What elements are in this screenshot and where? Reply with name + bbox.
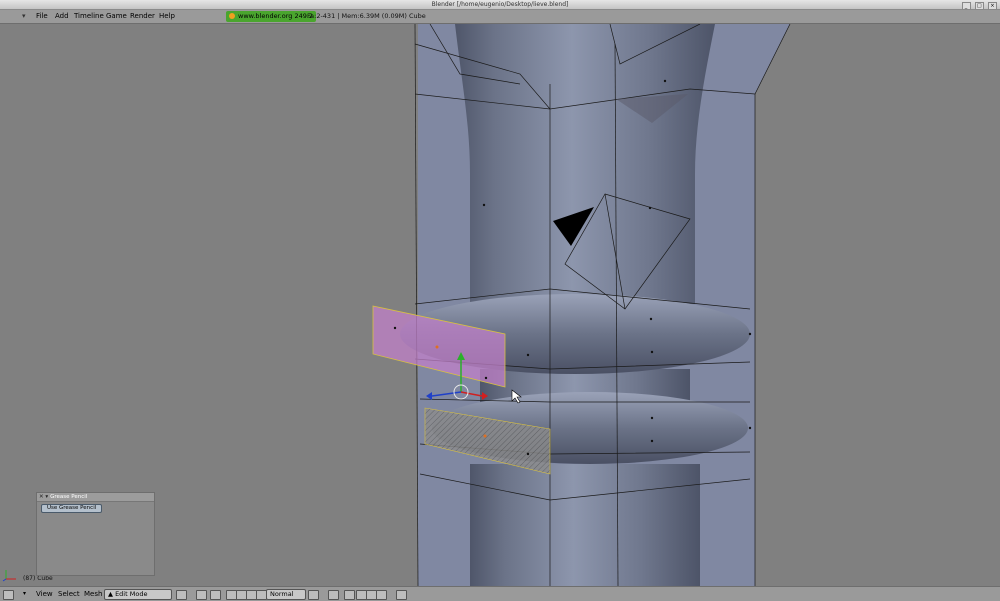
- grease-pencil-title: Grease Pencil: [50, 494, 88, 500]
- menu-help[interactable]: Help: [159, 10, 175, 23]
- menu-game[interactable]: Game: [106, 10, 127, 23]
- layers-icon[interactable]: [210, 590, 221, 600]
- pivot-icon[interactable]: [196, 590, 207, 600]
- minimize-button[interactable]: _: [961, 2, 971, 10]
- menu-select[interactable]: Select: [58, 587, 80, 601]
- orientation-select[interactable]: Normal: [266, 589, 306, 600]
- blender-logo-icon: [229, 13, 235, 19]
- menu-add[interactable]: Add: [55, 10, 69, 23]
- render-icon[interactable]: [396, 590, 407, 600]
- window-titlebar: Blender [/home/eugenio/Desktop/lieve.ble…: [0, 0, 1000, 10]
- column-lower: [470, 464, 700, 586]
- draw-type-icon[interactable]: [176, 590, 187, 600]
- active-vertex: [483, 434, 487, 438]
- use-grease-pencil-button[interactable]: Use Grease Pencil: [41, 504, 103, 513]
- menu-mesh[interactable]: Mesh: [84, 587, 102, 601]
- close-icon[interactable]: ✕ ▾: [39, 494, 48, 500]
- menu-render[interactable]: Render: [130, 10, 155, 23]
- grease-pencil-header[interactable]: ✕ ▾ Grease Pencil: [37, 493, 154, 502]
- mode-select[interactable]: ▲ Edit Mode: [104, 589, 172, 600]
- close-button[interactable]: ×: [988, 2, 997, 10]
- active-vertex: [435, 345, 439, 349]
- object-info-label: (87) Cube: [23, 575, 53, 582]
- grease-pencil-panel: ✕ ▾ Grease Pencil Use Grease Pencil: [36, 492, 155, 576]
- website-badge[interactable]: www.blender.org 249.2: [226, 11, 317, 22]
- 3d-view-header: ▾ View Select Mesh ▲ Edit Mode Normal: [0, 586, 1000, 601]
- window-buttons: _ □ ×: [960, 1, 997, 10]
- edge-select-icon[interactable]: [328, 590, 339, 600]
- menu-view[interactable]: View: [36, 587, 53, 601]
- editor-type-icon[interactable]: [3, 590, 14, 600]
- menu-file[interactable]: File: [36, 10, 48, 23]
- maximize-button[interactable]: □: [974, 2, 984, 10]
- mode-label: Edit Mode: [115, 590, 148, 598]
- main-menubar: ▾ File Add Timeline Game Render Help www…: [0, 10, 1000, 24]
- scene-stats: Fa:2-431 | Mem:6.39M (0.09M) Cube: [307, 12, 426, 20]
- face-select-icon[interactable]: [344, 590, 355, 600]
- chevron-down-icon[interactable]: ▾: [22, 12, 26, 20]
- menu-timeline[interactable]: Timeline: [74, 10, 104, 23]
- website-label: www.blender.org 249.2: [238, 12, 314, 20]
- chevron-down-icon[interactable]: ▾: [23, 587, 26, 601]
- column-shaft: [455, 24, 715, 304]
- snap-icon[interactable]: [376, 590, 387, 600]
- vertex-select-icon[interactable]: [308, 590, 319, 600]
- window-title: Blender [/home/eugenio/Desktop/lieve.ble…: [431, 1, 569, 8]
- axis-widget: [2, 570, 16, 582]
